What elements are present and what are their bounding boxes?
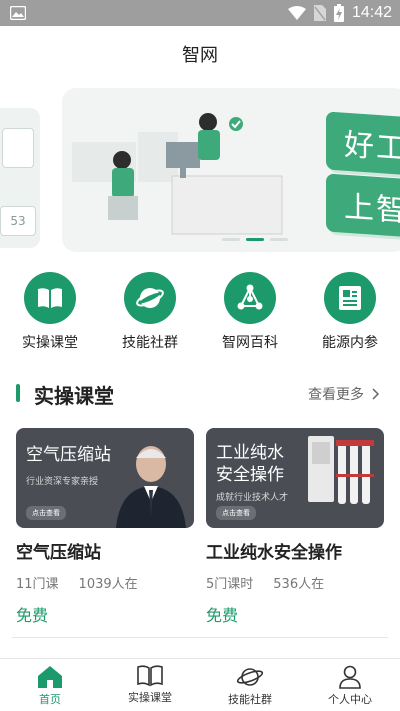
chevron-right-icon <box>372 388 380 400</box>
tab-label: 技能社群 <box>228 693 272 706</box>
carousel-dot <box>270 238 288 241</box>
course-thumbnail[interactable]: 工业纯水 安全操作 成就行业技术人才 点击查看 <box>206 428 384 528</box>
course-learner-count: 536人在 <box>273 577 325 592</box>
person-icon <box>339 665 361 689</box>
instructor-photo <box>116 446 186 528</box>
course-learner-count: 1039人在 <box>78 577 138 592</box>
banner-carousel[interactable]: 53 好工作 上智网 <box>0 88 400 258</box>
course-price: 免费 <box>16 606 49 625</box>
image-notification-icon <box>10 6 26 20</box>
tab-home[interactable]: 首页 <box>0 659 100 711</box>
network-icon <box>224 272 276 324</box>
banner-slogan-2: 上智网 <box>326 173 400 241</box>
course-lesson-count: 5门课时 <box>206 577 254 592</box>
clock: 14:42 <box>351 4 392 21</box>
quick-nav-label: 能源内参 <box>322 335 378 351</box>
banner-prev-slide[interactable]: 53 <box>0 108 40 248</box>
battery-charging-icon <box>333 4 344 22</box>
view-more-link[interactable]: 查看更多 <box>308 384 380 404</box>
thumbnail-view-button: 点击查看 <box>216 506 256 520</box>
quick-nav: 实操课堂 技能社群 智网百科 能源内参 <box>0 272 400 362</box>
carousel-dot <box>222 238 240 241</box>
book-icon <box>137 665 163 687</box>
course-card[interactable]: 空气压缩站 行业资深专家亲授 点击查看 空气压缩站 11门课 1039人在 免费 <box>16 428 194 626</box>
quick-nav-label: 实操课堂 <box>22 335 78 351</box>
quick-nav-practical-classroom[interactable]: 实操课堂 <box>0 272 100 362</box>
course-title[interactable]: 空气压缩站 <box>16 538 194 563</box>
quick-nav-encyclopedia[interactable]: 智网百科 <box>200 272 300 362</box>
carousel-indicator <box>222 238 288 241</box>
bottom-tab-bar: 首页 实操课堂 技能社群 个人中心 <box>0 658 400 711</box>
section-accent-bar <box>16 384 20 402</box>
course-thumbnail[interactable]: 空气压缩站 行业资深专家亲授 点击查看 <box>16 428 194 528</box>
planet-icon <box>124 272 176 324</box>
course-lesson-count: 11门课 <box>16 577 59 592</box>
quick-nav-label: 智网百科 <box>222 335 278 351</box>
course-title[interactable]: 工业纯水安全操作 <box>206 538 384 563</box>
tab-practical-classroom[interactable]: 实操课堂 <box>100 659 200 711</box>
banner-slide[interactable]: 好工作 上智网 <box>62 88 400 252</box>
thumbnail-title: 空气压缩站 <box>26 445 111 465</box>
section-title: 实操课堂 <box>34 384 114 408</box>
tab-skill-community[interactable]: 技能社群 <box>200 659 300 711</box>
thumbnail-subtitle: 行业资深专家亲授 <box>26 477 99 487</box>
wifi-icon <box>287 6 306 20</box>
quick-nav-skill-community[interactable]: 技能社群 <box>100 272 200 362</box>
view-more-label: 查看更多 <box>308 387 364 403</box>
thumbnail-title-line1: 工业纯水 <box>216 443 284 463</box>
book-icon <box>24 272 76 324</box>
section-header: 实操课堂 查看更多 <box>0 378 400 412</box>
status-bar: 14:42 <box>0 0 400 26</box>
tab-label: 个人中心 <box>328 693 372 706</box>
divider <box>12 637 388 638</box>
planet-icon <box>236 668 264 686</box>
quick-nav-label: 技能社群 <box>122 335 178 351</box>
newspaper-icon <box>324 272 376 324</box>
thumbnail-title-line2: 安全操作 <box>216 465 284 485</box>
quick-nav-energy-insider[interactable]: 能源内参 <box>300 272 400 362</box>
tab-label: 首页 <box>39 693 61 706</box>
tab-profile[interactable]: 个人中心 <box>300 659 400 711</box>
course-meta: 11门课 1039人在 <box>16 573 194 592</box>
page-title: 智网 <box>182 45 218 66</box>
thumbnail-subtitle: 成就行业技术人才 <box>216 493 289 503</box>
carousel-dot-active <box>246 238 264 241</box>
thumbnail-view-button: 点击查看 <box>26 506 66 520</box>
no-sim-icon <box>313 5 326 21</box>
water-purifier-illustration <box>308 436 374 504</box>
banner-slogan-1: 好工作 <box>326 111 400 179</box>
office-illustration <box>72 113 283 235</box>
course-card[interactable]: 工业纯水 安全操作 成就行业技术人才 点击查看 工业纯水安全操作 5门课时 53… <box>206 428 384 626</box>
course-price: 免费 <box>206 606 239 625</box>
course-meta: 5门课时 536人在 <box>206 573 384 592</box>
chat-card-illustration <box>2 128 34 168</box>
home-icon <box>38 666 62 688</box>
banner-prev-number: 53 <box>0 206 36 236</box>
tab-label: 实操课堂 <box>128 691 172 704</box>
